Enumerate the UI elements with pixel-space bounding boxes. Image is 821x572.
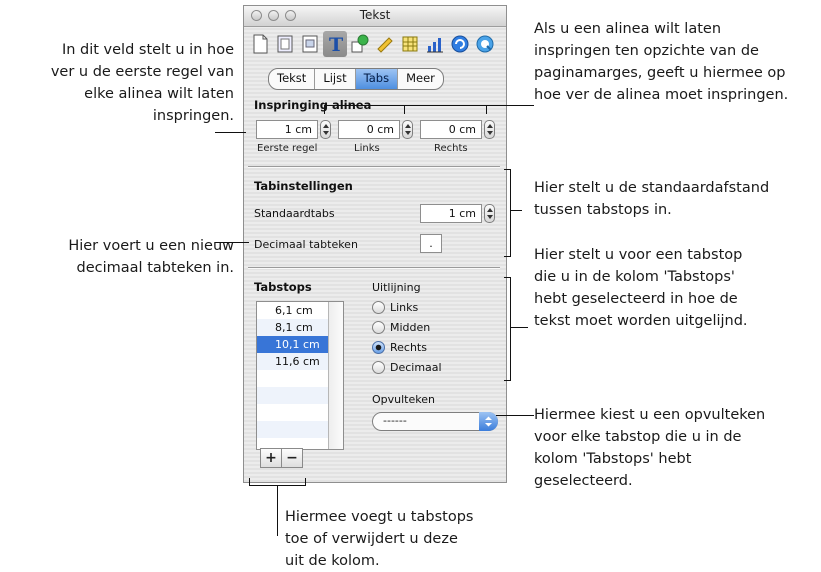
callout-lines <box>215 105 534 536</box>
